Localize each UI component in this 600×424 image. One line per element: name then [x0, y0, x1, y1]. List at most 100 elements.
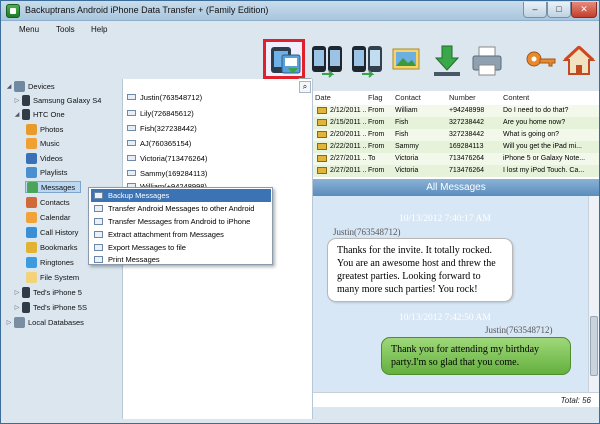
phone-icon [22, 286, 30, 298]
table-row[interactable]: 2/27/2011 ... To Victoria 713476264 iPhone 5… [313, 153, 599, 165]
cell-content: Will you get the iPad mi... [503, 143, 582, 150]
context-menu: Backup Messages Transfer Android Message… [88, 187, 273, 265]
transfer-android-button[interactable] [309, 43, 345, 79]
tree-contacts[interactable]: Contacts [25, 196, 70, 208]
home-button[interactable] [561, 43, 597, 79]
call-history-icon [26, 226, 37, 238]
title-bar[interactable]: Backuptrans Android iPhone Data Transfer… [1, 1, 599, 21]
menu-item-backup-messages[interactable]: Backup Messages [91, 189, 271, 202]
table-row[interactable]: 2/20/2011 ... From Fish 327238442 What is go… [313, 129, 599, 141]
outgoing-message-bubble: Thank you for attending my birthday part… [381, 337, 571, 375]
maximize-button[interactable]: □ [547, 2, 571, 18]
tree-videos[interactable]: Videos [25, 152, 63, 164]
column-header-date[interactable]: Date [315, 91, 331, 105]
transfer-iphone-button[interactable] [349, 43, 385, 79]
extract-attachment-icon [392, 48, 420, 70]
column-header-contact[interactable]: Contact [395, 91, 421, 105]
print-icon [94, 256, 103, 263]
cell-content: I lost my iPod Touch. Ca... [503, 167, 585, 174]
message-envelope-icon [317, 131, 327, 138]
table-row[interactable]: 2/27/2011 ... From Victoria 713476264 I lost… [313, 165, 599, 177]
cell-contact: Fish [395, 131, 409, 138]
search-icon[interactable]: ⌕ [299, 81, 311, 93]
cell-number: 327238442 [449, 131, 485, 138]
column-header-content[interactable]: Content [503, 91, 529, 105]
tree-iphone5s[interactable]: ▷ Ted's iPhone 5S [13, 301, 87, 313]
close-button[interactable]: ✕ [571, 2, 597, 18]
print-button[interactable] [469, 43, 505, 79]
menu-tools[interactable]: Tools [56, 25, 75, 34]
table-row[interactable]: 2/12/2011 ... From William +94248998 Do I ne… [313, 105, 599, 117]
cell-date: 2/15/2011 ... [330, 119, 366, 126]
tree-htc[interactable]: ◢ HTC One [13, 108, 65, 120]
phone-icon [22, 108, 30, 120]
list-item[interactable]: Lily(726845612) [127, 107, 194, 119]
tree-messages[interactable]: Messages [25, 181, 81, 193]
transfer-icon [94, 205, 103, 212]
cell-number: 327238442 [449, 119, 485, 126]
tree-calendar[interactable]: Calendar [25, 211, 70, 223]
cell-date: 2/12/2011 ... [330, 107, 366, 114]
tree-bookmarks[interactable]: Bookmarks [25, 241, 78, 253]
list-item[interactable]: Sammy(169284113) [127, 167, 207, 179]
menu-item-transfer-iphone[interactable]: Transfer Messages from Android to iPhone [91, 215, 271, 228]
tree-samsung[interactable]: ▷ Samsung Galaxy S4 [13, 94, 101, 106]
bookmarks-icon [26, 241, 37, 253]
messages-table: Date Flag Contact Number Content 2/12/20… [313, 91, 599, 179]
incoming-message-bubble: Thanks for the invite. It totally rocked… [327, 238, 513, 302]
message-envelope-icon [317, 107, 327, 114]
tree-playlists[interactable]: Playlists [25, 166, 68, 178]
cell-date: 2/20/2011 ... [330, 131, 366, 138]
message-envelope-icon [317, 167, 327, 174]
cell-content: What is going on? [503, 131, 560, 138]
extract-attachment-button[interactable] [389, 43, 425, 79]
export-download-button[interactable] [429, 43, 465, 79]
attachment-icon [94, 231, 103, 238]
menu-bar: Menu Tools Help [1, 21, 599, 39]
message-timestamp: 10/13/2012 7:40:17 AM [399, 214, 491, 224]
collapse-icon: ◢ [6, 83, 12, 90]
messages-icon [27, 181, 38, 193]
tree-file-system[interactable]: File System [25, 271, 79, 283]
export-download-icon [434, 45, 460, 76]
message-icon [127, 110, 136, 116]
cell-contact: William [395, 107, 418, 114]
message-icon [127, 94, 136, 100]
message-sender: Justin(763548712) [333, 227, 401, 237]
tree-local-databases[interactable]: ▷ Local Databases [5, 316, 84, 328]
tree-devices[interactable]: ◢ Devices [5, 80, 55, 92]
table-row[interactable]: 2/15/2011 ... From Fish 327238442 Are you ho… [313, 117, 599, 129]
transfer-icon [94, 218, 103, 225]
list-item[interactable]: Fish(327238442) [127, 122, 197, 134]
backup-messages-button[interactable] [263, 39, 305, 79]
print-icon [472, 46, 502, 76]
transfer-android-icon [312, 46, 342, 78]
column-header-flag[interactable]: Flag [368, 91, 383, 105]
conversation-header: All Messages [313, 179, 599, 196]
tree-ringtones[interactable]: Ringtones [25, 256, 74, 268]
list-item[interactable]: Justin(763548712) [127, 91, 202, 103]
list-item[interactable]: Victoria(713476264) [127, 152, 207, 164]
column-header-number[interactable]: Number [449, 91, 476, 105]
contacts-icon [26, 196, 37, 208]
cell-flag: From [368, 143, 385, 150]
tree-iphone5[interactable]: ▷ Ted's iPhone 5 [13, 286, 82, 298]
tree-call-history[interactable]: Call History [25, 226, 78, 238]
menu-menu[interactable]: Menu [19, 25, 39, 34]
minimize-button[interactable]: – [523, 2, 547, 18]
menu-item-print[interactable]: Print Messages [91, 253, 271, 266]
expand-icon: ▷ [14, 304, 20, 311]
message-icon [127, 125, 136, 131]
menu-help[interactable]: Help [91, 25, 107, 34]
list-item[interactable]: AJ(760365154) [127, 137, 191, 149]
menu-item-extract-attachment[interactable]: Extract attachment from Messages [91, 228, 271, 241]
scrollbar-thumb[interactable] [590, 316, 598, 376]
tree-photos[interactable]: Photos [25, 123, 63, 135]
conversation-scrollbar[interactable] [588, 196, 599, 392]
menu-item-transfer-android[interactable]: Transfer Android Messages to other Andro… [91, 202, 271, 215]
register-key-button[interactable] [523, 43, 559, 79]
table-row[interactable]: 2/22/2011 ... From Sammy 169284113 Will you … [313, 141, 599, 153]
tree-music[interactable]: Music [25, 137, 60, 149]
ringtones-icon [26, 256, 37, 268]
message-sender: Justin(763548712) [485, 325, 553, 335]
